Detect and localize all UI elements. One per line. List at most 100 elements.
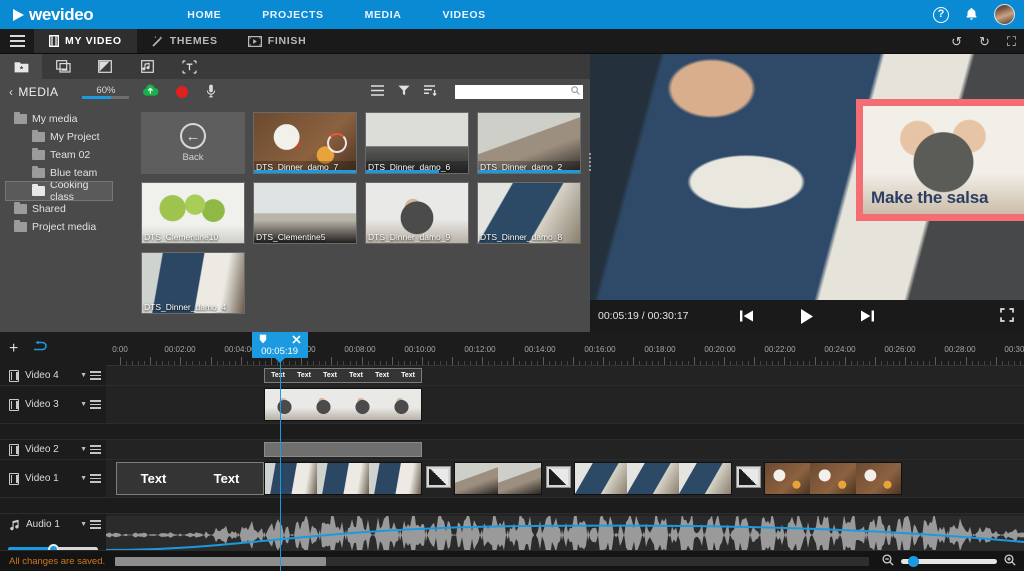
ruler-tick (1020, 361, 1021, 365)
panel-resize-handle[interactable] (586, 148, 594, 176)
ruler-tick (458, 361, 460, 365)
ruler-tick (675, 361, 677, 365)
track-header-video-3[interactable]: Video 3 ▼ (0, 386, 106, 424)
nav-item-media[interactable]: MEDIA (365, 9, 402, 21)
preview-fullscreen-button[interactable] (1000, 307, 1014, 325)
ruler-tick (560, 361, 562, 365)
tab-my-video[interactable]: MY VIDEO (34, 29, 137, 53)
zoom-in-icon[interactable] (1004, 553, 1016, 569)
search-input[interactable] (455, 84, 583, 99)
video-clip[interactable] (264, 388, 422, 421)
blank-clip[interactable] (264, 442, 422, 457)
fullscreen-icon[interactable]: ⛶ (1007, 34, 1016, 50)
microphone-icon[interactable] (206, 84, 216, 100)
track-menu-icon[interactable] (90, 472, 101, 485)
library-tab-transitions[interactable] (84, 54, 126, 79)
chevron-down-icon[interactable]: ▼ (80, 521, 87, 528)
transition-marker[interactable] (736, 466, 761, 488)
user-avatar[interactable] (994, 4, 1015, 25)
tab-finish[interactable]: FINISH (233, 29, 322, 53)
track-menu-icon[interactable] (90, 518, 101, 531)
timeline-ruler[interactable]: 00:05:19 0:0000:02:0000:04:0000:06:0000:… (106, 332, 1024, 366)
library-tab-media[interactable] (0, 54, 42, 79)
sort-icon[interactable] (424, 85, 437, 98)
track-menu-icon[interactable] (90, 443, 101, 456)
media-tile[interactable]: DTS_Dinner_damo_9 (365, 182, 469, 244)
nav-item-home[interactable]: HOME (187, 9, 221, 21)
track-lane-video-1[interactable]: Text Text (106, 460, 1024, 498)
zoom-slider[interactable] (901, 555, 997, 567)
filter-icon[interactable] (398, 85, 410, 98)
menu-hamburger-icon[interactable] (0, 29, 34, 53)
library-tab-images[interactable] (42, 54, 84, 79)
text-clip[interactable]: Text Text (116, 462, 264, 495)
link-clips-icon[interactable] (32, 340, 49, 358)
list-view-icon[interactable] (371, 85, 384, 98)
play-button[interactable] (799, 308, 815, 325)
upload-progress-bar (82, 95, 130, 99)
transition-marker[interactable] (426, 466, 451, 488)
breadcrumb[interactable]: ‹ MEDIA (9, 85, 58, 99)
zoom-slider-handle[interactable] (908, 555, 919, 567)
video-clip[interactable] (574, 462, 732, 495)
scrollbar-thumb[interactable] (115, 556, 327, 566)
picture-in-picture-overlay[interactable]: Make the salsa (856, 99, 1024, 221)
record-button[interactable] (176, 85, 189, 98)
ruler-tick (838, 361, 840, 365)
library-tab-audio[interactable] (126, 54, 168, 79)
zoom-out-icon[interactable] (882, 553, 894, 569)
chevron-down-icon[interactable]: ▼ (80, 446, 87, 453)
playhead-close-icon[interactable] (292, 334, 301, 346)
track-header-video-4[interactable]: Video 4 ▼ (0, 366, 106, 386)
folder-item[interactable]: Project media (0, 218, 133, 236)
previous-button[interactable] (739, 309, 754, 323)
media-tile[interactable]: DTS_Clementine5 (253, 182, 357, 244)
chevron-down-icon[interactable]: ▼ (80, 372, 87, 379)
nav-item-videos[interactable]: VIDEOS (442, 9, 485, 21)
track-header-video-1[interactable]: Video 1 ▼ (0, 460, 106, 498)
timeline-horizontal-scrollbar[interactable] (115, 556, 869, 566)
track-menu-icon[interactable] (90, 369, 101, 382)
folder-item[interactable]: My Project (0, 128, 133, 146)
video-clip[interactable] (764, 462, 902, 495)
media-tile[interactable]: DTS_Dinner_damo_2 (477, 112, 581, 174)
media-tile[interactable]: DTS_Dinner_damo_4 (141, 252, 245, 314)
add-track-icon[interactable]: + (9, 341, 18, 357)
ruler-tick (687, 361, 689, 365)
playhead-marker-icon[interactable] (259, 334, 267, 346)
library-tab-text[interactable] (168, 54, 210, 79)
video-clip[interactable] (454, 462, 542, 495)
preview-stage[interactable]: Make the salsa (590, 54, 1024, 300)
track-lane-video-2[interactable] (106, 440, 1024, 460)
video-clip[interactable] (264, 462, 422, 495)
back-tile[interactable]: ← Back (141, 112, 245, 174)
next-button[interactable] (860, 309, 875, 323)
chevron-down-icon[interactable]: ▼ (80, 475, 87, 482)
track-menu-icon[interactable] (90, 398, 101, 411)
playhead-flag[interactable]: 00:05:19 (251, 332, 308, 363)
undo-icon[interactable]: ↺ (951, 34, 962, 50)
folder-item[interactable]: Team 02 (0, 146, 133, 164)
cloud-upload-icon[interactable] (142, 84, 159, 99)
tab-themes-label: THEMES (169, 35, 218, 47)
folder-item[interactable]: My media (0, 110, 133, 128)
nav-item-projects[interactable]: PROJECTS (262, 9, 323, 21)
track-lane-video-4[interactable]: Text Text Text Text Text Text (106, 366, 1024, 386)
track-lane-video-3[interactable] (106, 386, 1024, 424)
media-tile[interactable]: DTS_Dinner_damo_8 (477, 182, 581, 244)
media-tile[interactable]: DTS_Dinner_damo_7 (253, 112, 357, 174)
notification-bell-icon[interactable] (965, 7, 978, 23)
help-icon[interactable]: ? (933, 6, 949, 23)
transition-marker[interactable] (546, 466, 571, 488)
media-tile[interactable]: DTS_Clementine10 (141, 182, 245, 244)
back-chevron-icon[interactable]: ‹ (9, 85, 13, 99)
folder-item[interactable]: Cooking class (5, 179, 113, 203)
tab-themes[interactable]: THEMES (137, 29, 233, 53)
text-clip-group[interactable]: Text Text Text Text Text Text (264, 368, 422, 383)
ruler-tick (548, 361, 550, 365)
track-header-video-2[interactable]: Video 2 ▼ (0, 440, 106, 460)
wevideo-logo[interactable]: wevideo (13, 5, 94, 25)
redo-icon[interactable]: ↻ (979, 34, 990, 50)
media-tile[interactable]: DTS_Dinner_damo_6 (365, 112, 469, 174)
chevron-down-icon[interactable]: ▼ (80, 401, 87, 408)
